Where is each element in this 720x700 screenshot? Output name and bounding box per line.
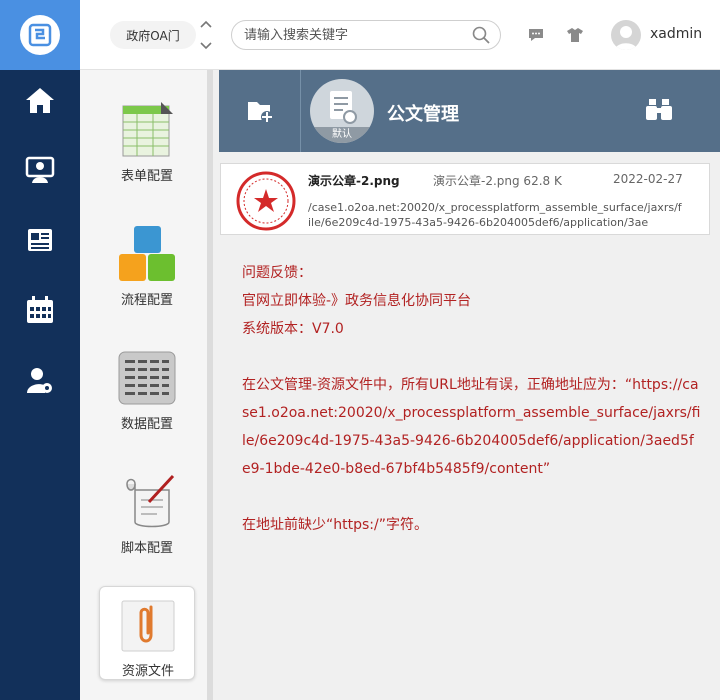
module-label: 数据配置: [120, 417, 173, 432]
skin-shirt-icon[interactable]: [566, 26, 584, 44]
default-tag: 默认: [310, 127, 374, 143]
feedback-line: 系统版本：V7.0: [242, 321, 344, 337]
process-config-icon: [119, 226, 175, 281]
file-date: 2022-02-27: [613, 172, 683, 186]
rail-item-user-admin[interactable]: [0, 350, 80, 410]
search-input[interactable]: [244, 25, 464, 45]
form-config-icon: [122, 102, 173, 157]
rail-item-news[interactable]: [0, 210, 80, 270]
user-avatar[interactable]: [611, 20, 641, 50]
file-url[interactable]: /case1.o2oa.net:20020/x_processplatform_…: [308, 200, 682, 230]
module-label: 资源文件: [121, 664, 174, 679]
portal-scope-label: 政府OA门: [126, 28, 180, 43]
module-data-config[interactable]: 数据配置: [99, 340, 195, 434]
official-seal-thumbnail: [236, 171, 296, 231]
add-resource-button[interactable]: [219, 70, 301, 152]
app-title: 公文管理: [387, 104, 459, 125]
module-script-config[interactable]: 脚本配置: [99, 464, 195, 558]
portal-scope-select[interactable]: 政府OA门: [110, 21, 196, 49]
scope-switch-arrows[interactable]: [199, 20, 213, 50]
module-process-config[interactable]: 流程配置: [99, 216, 195, 310]
module-label: 脚本配置: [120, 541, 173, 556]
module-resource-file[interactable]: 资源文件: [99, 586, 195, 680]
script-config-icon: [126, 474, 175, 528]
username[interactable]: xadmin: [650, 26, 702, 42]
o2-logo-icon: [28, 23, 52, 47]
left-nav-rail: [0, 70, 80, 700]
resource-file-icon: [121, 600, 175, 652]
folder-add-icon: [247, 102, 273, 123]
app-logo[interactable]: [0, 0, 80, 70]
feedback-line: 问题反馈：: [242, 265, 312, 281]
module-label: 表单配置: [120, 169, 173, 184]
user-settings-icon: [27, 368, 52, 393]
search-icon[interactable]: [472, 26, 490, 44]
rail-item-contacts[interactable]: [0, 140, 80, 200]
news-icon: [28, 229, 52, 251]
feedback-line: 在公文管理-资源文件中，所有URL地址有误，正确地址应为：“https://ca…: [242, 377, 701, 477]
data-config-icon: [118, 351, 176, 405]
file-name[interactable]: 演示公章-2.png: [308, 172, 400, 189]
module-label: 流程配置: [120, 293, 173, 308]
main-content: 默认 公文管理 演示公章-2.png 演示公章-2.png 62.8 K 202…: [219, 70, 720, 700]
rail-item-home[interactable]: [0, 70, 80, 130]
user-board-icon: [25, 156, 55, 183]
app-toolbar: 默认 公文管理: [219, 70, 720, 152]
module-column: 表单配置 流程配置 数据配置 脚本配置 资源文件: [80, 70, 213, 700]
feedback-line: 在地址前缺少“https:/”字符。: [242, 517, 428, 533]
feedback-line: 官网立即体验-》政务信息化协同平台: [242, 293, 472, 309]
avatar-person-icon: [615, 26, 637, 50]
rail-item-calendar[interactable]: [0, 280, 80, 340]
binoculars-icon[interactable]: [645, 98, 673, 122]
module-form-config[interactable]: 表单配置: [99, 92, 195, 186]
logo-circle: [20, 15, 60, 55]
top-header: 政府OA门 xadmin: [0, 0, 720, 70]
message-icon[interactable]: [527, 26, 545, 44]
chevron-down-icon[interactable]: [200, 42, 212, 50]
home-icon: [26, 88, 54, 113]
app-icon[interactable]: 默认: [310, 79, 374, 143]
feedback-text: 问题反馈： 官网立即体验-》政务信息化协同平台 系统版本：V7.0 在公文管理-…: [242, 259, 702, 539]
file-card[interactable]: 演示公章-2.png 演示公章-2.png 62.8 K 2022-02-27 …: [220, 163, 710, 235]
file-meta: 演示公章-2.png 62.8 K: [433, 174, 562, 188]
calendar-icon: [27, 296, 53, 323]
search-box: [231, 20, 501, 50]
chevron-up-icon[interactable]: [200, 20, 212, 28]
